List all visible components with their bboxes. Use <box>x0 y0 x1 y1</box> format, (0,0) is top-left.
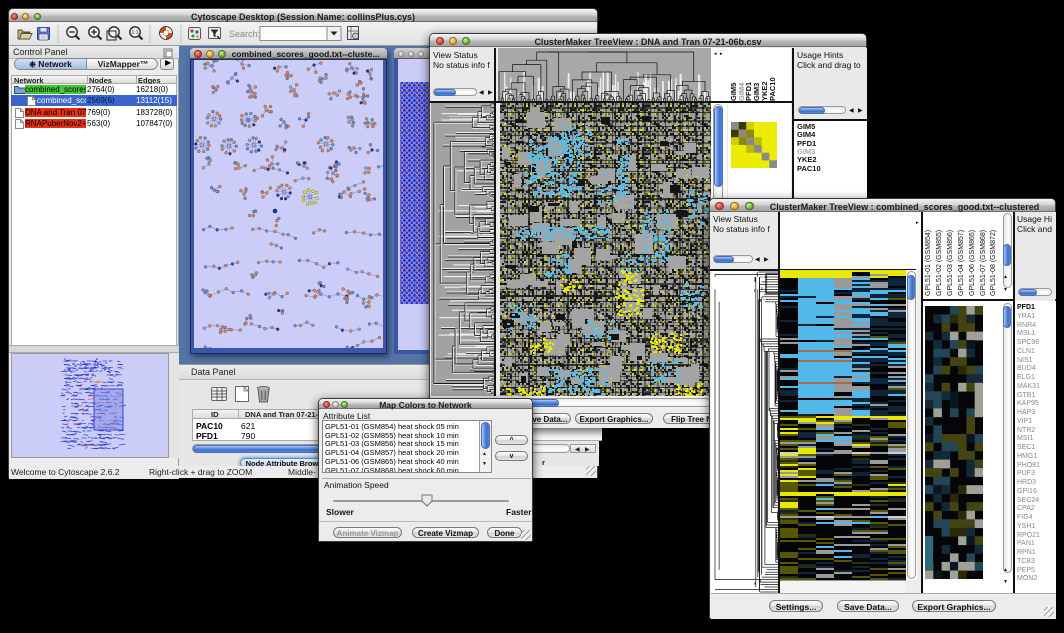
svg-text:Search:: Search: <box>229 29 260 39</box>
svg-text:1:1: 1:1 <box>132 30 139 36</box>
